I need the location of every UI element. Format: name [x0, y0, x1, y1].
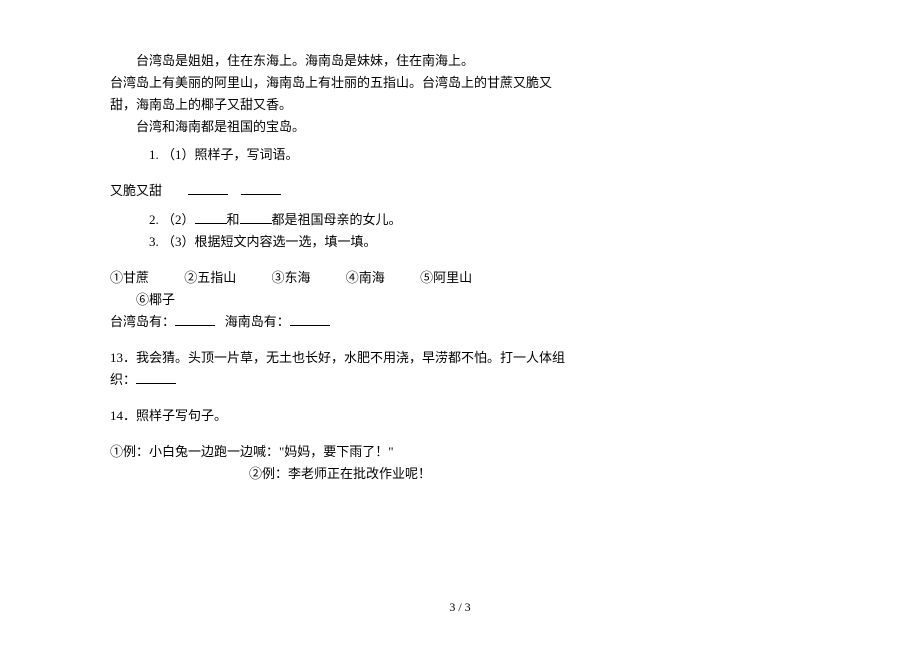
question-14: 14．照样子写句子。 — [110, 405, 570, 427]
option-2: ②五指山 — [184, 270, 236, 285]
question-1: 1. （1）照样子，写词语。 — [110, 144, 570, 166]
option-3: ③东海 — [272, 270, 311, 285]
q1-example: 又脆又甜 — [110, 183, 162, 198]
options-row: ①甘蔗 ②五指山 ③东海 ④南海 ⑤阿里山 — [110, 267, 570, 289]
blank-field[interactable] — [136, 371, 176, 384]
q2-suffix: 都是祖国母亲的女儿。 — [272, 212, 402, 227]
q1-answer-line: 又脆又甜 — [110, 180, 570, 202]
document-page: 台湾岛是姐姐，住在东海上。海南岛是妹妹，住在南海上。 台湾岛上有美丽的阿里山，海… — [110, 50, 570, 486]
blank-field[interactable] — [241, 182, 281, 195]
option-1: ①甘蔗 — [110, 270, 149, 285]
blank-field[interactable] — [240, 211, 272, 224]
question-13: 13．我会猜。头顶一片草，无土也长好，水肥不用浇，早涝都不怕。打一人体组织： — [110, 347, 570, 391]
q1-number: 1. — [149, 147, 159, 162]
blank-field[interactable] — [290, 313, 330, 326]
fill-line: 台湾岛有： 海南岛有： — [110, 311, 570, 333]
q3-number: 3. — [149, 234, 159, 249]
fill-taiwan: 台湾岛有： — [110, 314, 175, 329]
q14-number: 14． — [110, 408, 136, 423]
q2-mid: 和 — [227, 212, 240, 227]
options-row-2: ⑥椰子 — [110, 289, 570, 311]
blank-field[interactable] — [175, 313, 215, 326]
q14-example-2: ②例：李老师正在批改作业呢！ — [110, 463, 570, 485]
fill-hainan: 海南岛有： — [225, 314, 290, 329]
option-6: ⑥椰子 — [136, 292, 175, 307]
q2-prefix: （2） — [162, 212, 195, 227]
q1-label: （1）照样子，写词语。 — [162, 147, 299, 162]
passage-line-2: 台湾岛上有美丽的阿里山，海南岛上有壮丽的五指山。台湾岛上的甘蔗又脆又甜，海南岛上… — [110, 72, 570, 116]
passage-line-1: 台湾岛是姐姐，住在东海上。海南岛是妹妹，住在南海上。 — [110, 50, 570, 72]
q13-text: 我会猜。头顶一片草，无土也长好，水肥不用浇，早涝都不怕。打一人体组织： — [110, 350, 565, 387]
q13-number: 13． — [110, 350, 136, 365]
page-number: 3 / 3 — [0, 600, 920, 615]
passage-line-3: 台湾和海南都是祖国的宝岛。 — [110, 116, 570, 138]
q14-label: 照样子写句子。 — [136, 408, 227, 423]
option-5: ⑤阿里山 — [420, 270, 472, 285]
question-3: 3. （3）根据短文内容选一选，填一填。 — [110, 231, 570, 253]
blank-field[interactable] — [195, 211, 227, 224]
blank-field[interactable] — [188, 182, 228, 195]
option-4: ④南海 — [346, 270, 385, 285]
q3-label: （3）根据短文内容选一选，填一填。 — [162, 234, 377, 249]
q14-example-1: ①例：小白兔一边跑一边喊："妈妈，要下雨了！" — [110, 441, 570, 463]
q2-number: 2. — [149, 212, 159, 227]
question-2: 2. （2） 和 都是祖国母亲的女儿。 — [110, 209, 570, 231]
